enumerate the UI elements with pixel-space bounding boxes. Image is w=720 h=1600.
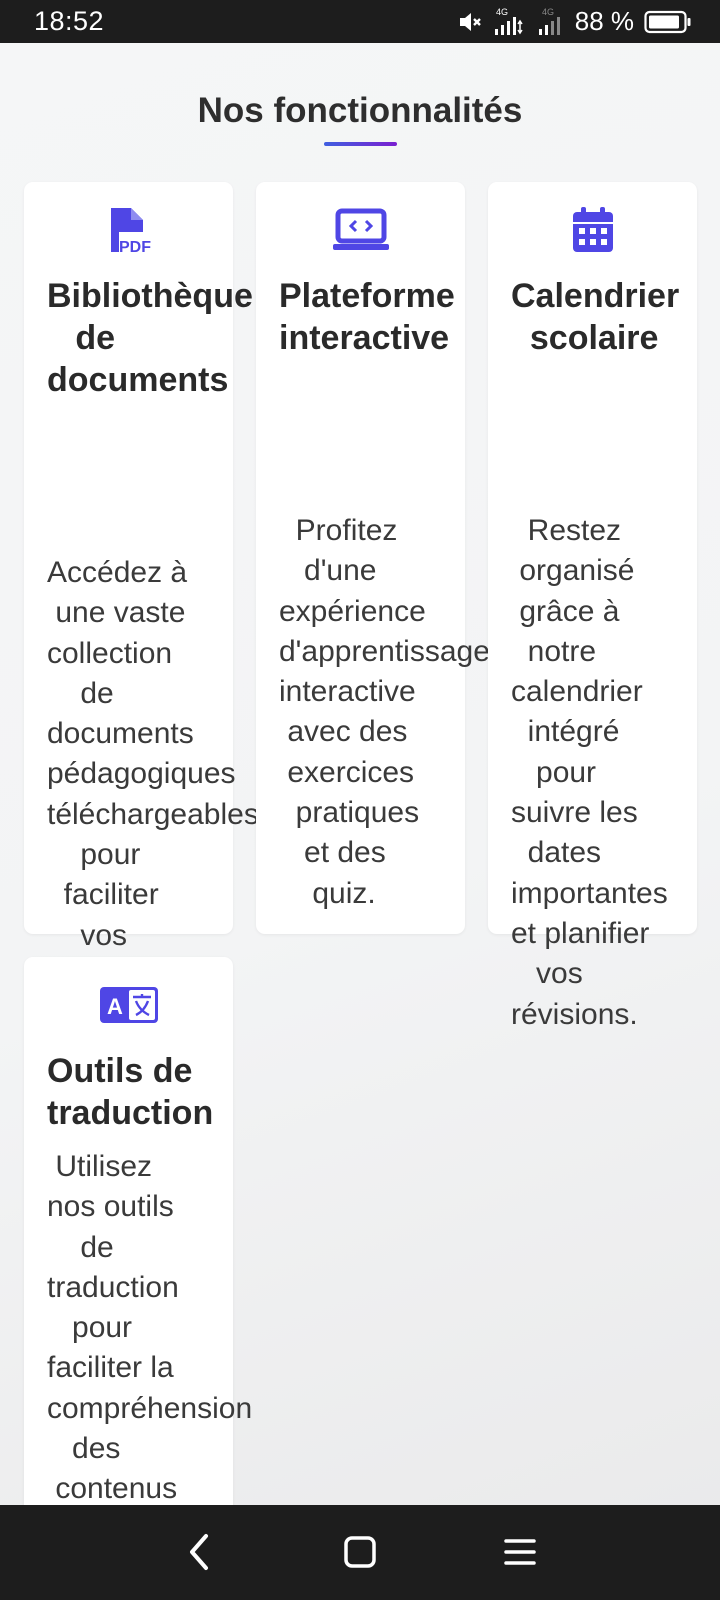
card-description: Utilisez nos outils de traduction pour f… bbox=[47, 1150, 253, 1505]
signal-4g-icon: 4G bbox=[493, 7, 527, 37]
navigation-bar bbox=[0, 1505, 720, 1600]
card-description: Accédez à une vaste collection de docume… bbox=[47, 556, 259, 992]
back-icon[interactable] bbox=[174, 1527, 224, 1577]
feature-card-translation-tools[interactable]: A Outils de traduction Utilisez nos outi… bbox=[24, 957, 252, 1505]
mute-icon bbox=[457, 10, 483, 34]
feature-card-school-calendar[interactable]: Calendrier scolaire Restez organisé grâc… bbox=[488, 182, 697, 1031]
signal-4g-icon: 4G bbox=[537, 7, 565, 37]
battery-icon bbox=[644, 10, 692, 34]
card-description: Restez organisé grâce à notre calendrier… bbox=[511, 514, 668, 1031]
svg-text:4G: 4G bbox=[496, 7, 508, 17]
status-time: 18:52 bbox=[34, 6, 105, 36]
title-underline bbox=[324, 142, 397, 146]
pdf-file-icon: PDF bbox=[24, 206, 233, 254]
feature-card-document-library[interactable]: PDF Bibliothèque de documents Accédez à … bbox=[24, 182, 259, 992]
calendar-icon bbox=[488, 206, 697, 254]
translate-icon: A bbox=[24, 987, 233, 1023]
battery-percent: 88 % bbox=[574, 6, 634, 36]
section-title: Nos fonctionnalités bbox=[197, 91, 523, 130]
status-bar: 18:52 4G 4G 88 % bbox=[0, 0, 720, 43]
svg-text:PDF: PDF bbox=[119, 239, 151, 254]
svg-text:4G: 4G bbox=[542, 7, 554, 17]
laptop-code-icon bbox=[256, 208, 465, 252]
status-icons: 4G 4G 88 % bbox=[457, 6, 692, 37]
card-description: Profitez d'une expérience d'apprentissag… bbox=[279, 514, 490, 910]
svg-text:A: A bbox=[107, 994, 123, 1019]
menu-icon[interactable] bbox=[495, 1527, 545, 1577]
card-title: Calendrier scolaire bbox=[511, 277, 680, 357]
card-title: Outils de traduction bbox=[47, 1052, 214, 1132]
features-section: Nos fonctionnalités PDF Bibliothèque de … bbox=[0, 43, 720, 1505]
home-icon[interactable] bbox=[335, 1527, 385, 1577]
feature-card-interactive-platform[interactable]: Plateforme interactive Profitez d'une ex… bbox=[256, 182, 490, 934]
